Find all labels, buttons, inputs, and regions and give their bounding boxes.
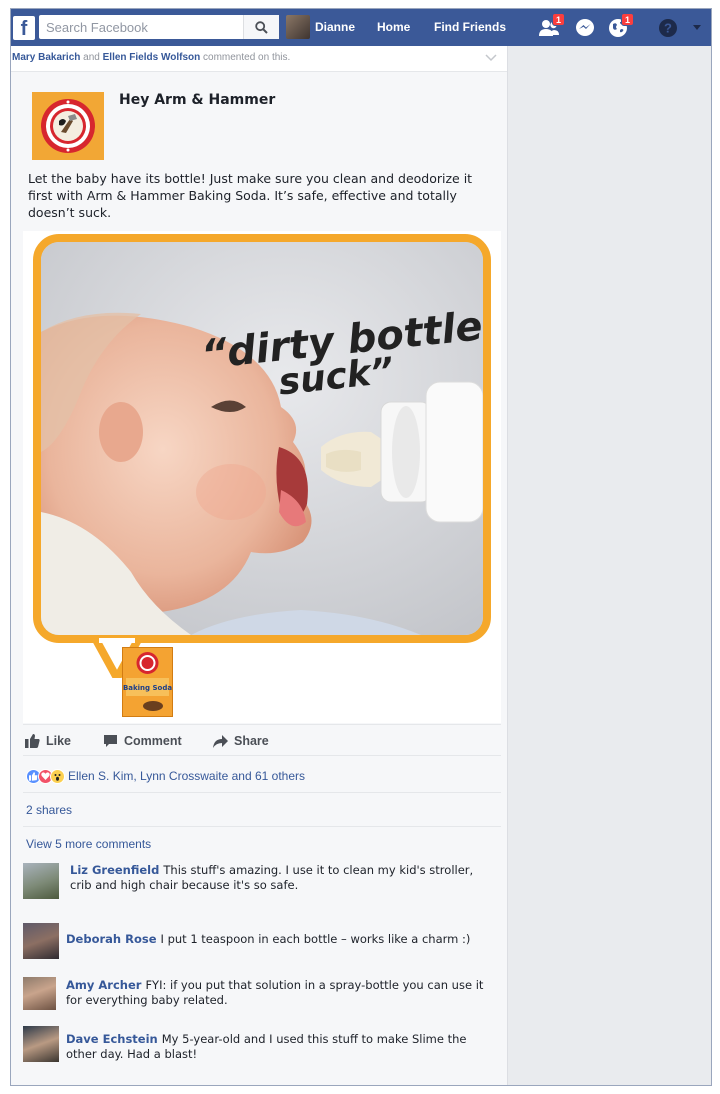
notifications-button[interactable]: 1 — [607, 13, 634, 39]
baking-soda-box: Baking Soda — [122, 647, 173, 717]
commenter-name[interactable]: Dave Echstein — [66, 1032, 158, 1046]
page-name[interactable]: Hey Arm & Hammer — [119, 92, 275, 108]
home-link[interactable]: Home — [377, 20, 410, 34]
reactions-summary[interactable]: Ellen S. Kim, Lynn Crosswaite and 61 oth… — [23, 760, 501, 793]
help-button[interactable]: ? — [657, 17, 679, 39]
browser-frame: f Dianne Home Find Friends 1 — [10, 8, 712, 1086]
commenter-name[interactable]: Deborah Rose — [66, 932, 157, 946]
baking-soda-box-art: Baking Soda — [123, 648, 172, 716]
top-navigation-bar: f Dianne Home Find Friends 1 — [11, 9, 711, 46]
profile-link[interactable]: Dianne — [315, 20, 355, 34]
friend-requests-badge: 1 — [552, 13, 565, 26]
search-icon — [255, 20, 268, 34]
product-label: Baking Soda — [123, 684, 172, 692]
commenter-avatar[interactable] — [23, 977, 56, 1010]
svg-text:?: ? — [664, 21, 672, 36]
notifications-badge: 1 — [621, 13, 634, 26]
share-arrow-icon — [213, 734, 228, 748]
page-avatar[interactable] — [32, 92, 104, 160]
share-button[interactable]: Share — [213, 732, 269, 750]
messages-button[interactable] — [574, 17, 596, 39]
story-suffix: commented on this. — [203, 52, 291, 63]
find-friends-link[interactable]: Find Friends — [434, 20, 506, 34]
post-text: Let the baby have its bottle! Just make … — [28, 171, 473, 220]
story-actor-2[interactable]: Ellen Fields Wolfson — [103, 52, 201, 63]
commenter-avatar[interactable] — [23, 1026, 59, 1062]
speech-bubble-frame: “dirty bottles suck” — [33, 234, 491, 643]
search-input[interactable] — [39, 15, 239, 39]
search-button[interactable] — [243, 15, 279, 39]
comment-label: Comment — [124, 734, 182, 748]
help-icon: ? — [659, 19, 677, 37]
post-actions-bar: Like Comment Share — [23, 724, 501, 756]
share-label: Share — [234, 734, 269, 748]
right-sidebar — [507, 46, 711, 1085]
comment-body: Dave Echstein My 5-year-old and I used th… — [66, 1032, 486, 1062]
like-button[interactable]: Like — [25, 732, 71, 750]
wow-reaction-icon — [50, 768, 65, 784]
baby-bottle-illustration: “dirty bottles suck” — [41, 242, 483, 635]
commenter-name[interactable]: Liz Greenfield — [70, 863, 159, 877]
thumbs-up-icon — [25, 734, 40, 748]
story-and: and — [83, 52, 100, 63]
facebook-logo[interactable]: f — [13, 16, 35, 40]
speech-bubble-icon — [104, 735, 117, 747]
story-header: Mary Bakarich and Ellen Fields Wolfson c… — [11, 46, 507, 72]
comment-body: Liz Greenfield This stuff's amazing. I us… — [70, 863, 490, 893]
shares-count[interactable]: 2 shares — [26, 803, 72, 817]
commenter-avatar[interactable] — [23, 923, 59, 959]
news-feed: Mary Bakarich and Ellen Fields Wolfson c… — [11, 46, 507, 1085]
profile-avatar[interactable] — [286, 15, 310, 39]
post-image[interactable]: “dirty bottles suck” Baking Soda — [23, 231, 501, 723]
account-menu-button[interactable] — [686, 17, 708, 39]
story-actor-1[interactable]: Mary Bakarich — [12, 52, 80, 63]
divider — [23, 826, 501, 827]
comment-body: Deborah Rose I put 1 teaspoon in each bot… — [66, 932, 491, 947]
caret-down-icon — [693, 25, 701, 30]
commenter-name[interactable]: Amy Archer — [66, 978, 141, 992]
comment-body: Amy Archer FYI: if you put that solution … — [66, 978, 496, 1008]
friend-requests-button[interactable]: 1 — [538, 13, 565, 39]
search-box — [39, 15, 279, 39]
chevron-down-icon[interactable] — [485, 54, 497, 62]
comment-text: I put 1 teaspoon in each bottle – works … — [160, 932, 471, 946]
arm-and-hammer-logo — [41, 99, 95, 153]
like-label: Like — [46, 734, 72, 748]
messenger-icon — [576, 19, 594, 36]
reactions-names[interactable]: Ellen S. Kim, Lynn Crosswaite and 61 oth… — [68, 769, 305, 783]
comment-button[interactable]: Comment — [103, 732, 182, 750]
view-more-comments-link[interactable]: View 5 more comments — [26, 837, 151, 851]
commenter-avatar[interactable] — [23, 863, 59, 899]
